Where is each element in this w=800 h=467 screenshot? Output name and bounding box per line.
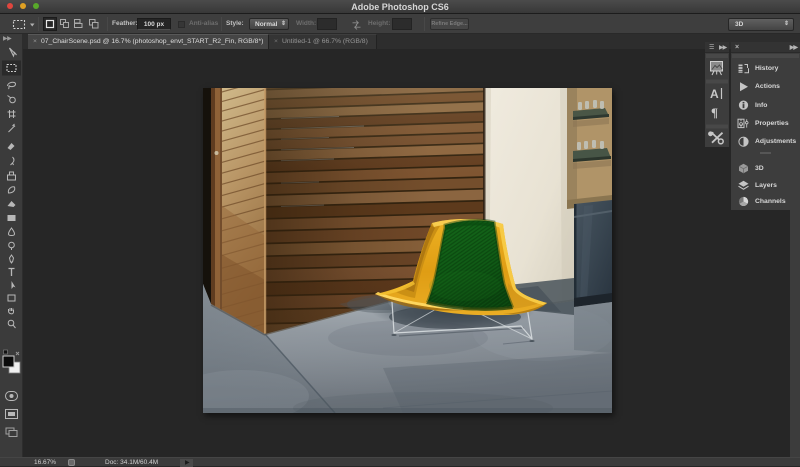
svg-text:¶: ¶ bbox=[711, 105, 718, 120]
svg-text:A: A bbox=[710, 87, 719, 101]
